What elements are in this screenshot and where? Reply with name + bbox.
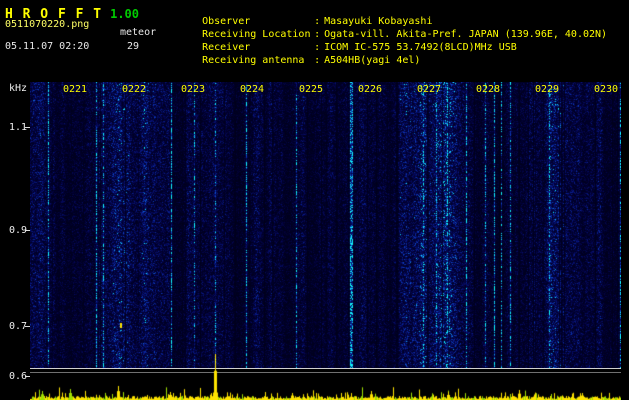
- time-axis-label: 0230: [594, 84, 619, 95]
- info-value: Ogata-vill. Akita-Pref. JAPAN (139.96E, …: [324, 29, 608, 40]
- time-axis-label: 0228: [476, 84, 501, 95]
- time-axis-label: 0224: [240, 84, 265, 95]
- level-meter-canvas: [30, 340, 621, 400]
- echo-count-label: 29: [127, 41, 140, 52]
- info-label: Observer: [202, 16, 251, 27]
- app-version: 1.00: [110, 7, 139, 21]
- info-separator: :: [314, 55, 321, 66]
- info-value: ICOM IC-575 53.7492(8LCD)MHz USB: [324, 42, 517, 53]
- hrofft-output-window: { "header": { "title": "H R O F F T", "v…: [0, 0, 629, 400]
- info-separator: :: [314, 29, 321, 40]
- freq-axis-label: 1.1: [8, 122, 27, 133]
- spectrogram-canvas: [30, 82, 621, 368]
- datetime-label: 05.11.07 02:20: [5, 41, 90, 52]
- time-axis-label: 0221: [63, 84, 88, 95]
- freq-axis-unit: kHz: [8, 83, 27, 94]
- filename-label: 0511070220.png: [5, 19, 90, 30]
- freq-axis-label: 0.9: [8, 225, 27, 236]
- info-label: Receiver: [202, 42, 251, 53]
- info-value: Masayuki Kobayashi: [324, 16, 433, 27]
- time-axis-label: 0226: [358, 84, 383, 95]
- mode-label: meteor: [120, 27, 157, 38]
- time-axis-label: 0223: [181, 84, 206, 95]
- info-label: Receiving Location: [202, 29, 311, 40]
- freq-axis-label: 0.7: [8, 321, 27, 332]
- time-axis-label: 0225: [299, 84, 324, 95]
- info-label: Receiving antenna: [202, 55, 305, 66]
- freq-axis-label: 0.6: [8, 371, 27, 382]
- info-separator: :: [314, 16, 321, 27]
- info-value: A504HB(yagi 4el): [324, 55, 421, 66]
- time-axis-label: 0227: [417, 84, 442, 95]
- info-row-observer: Observer: Masayuki Kobayashi: [178, 5, 607, 27]
- time-axis-label: 0229: [535, 84, 560, 95]
- info-separator: :: [314, 42, 321, 53]
- time-axis-label: 0222: [122, 84, 147, 95]
- observation-info-panel: Observer: Masayuki Kobayashi Receiving Lo…: [178, 5, 608, 66]
